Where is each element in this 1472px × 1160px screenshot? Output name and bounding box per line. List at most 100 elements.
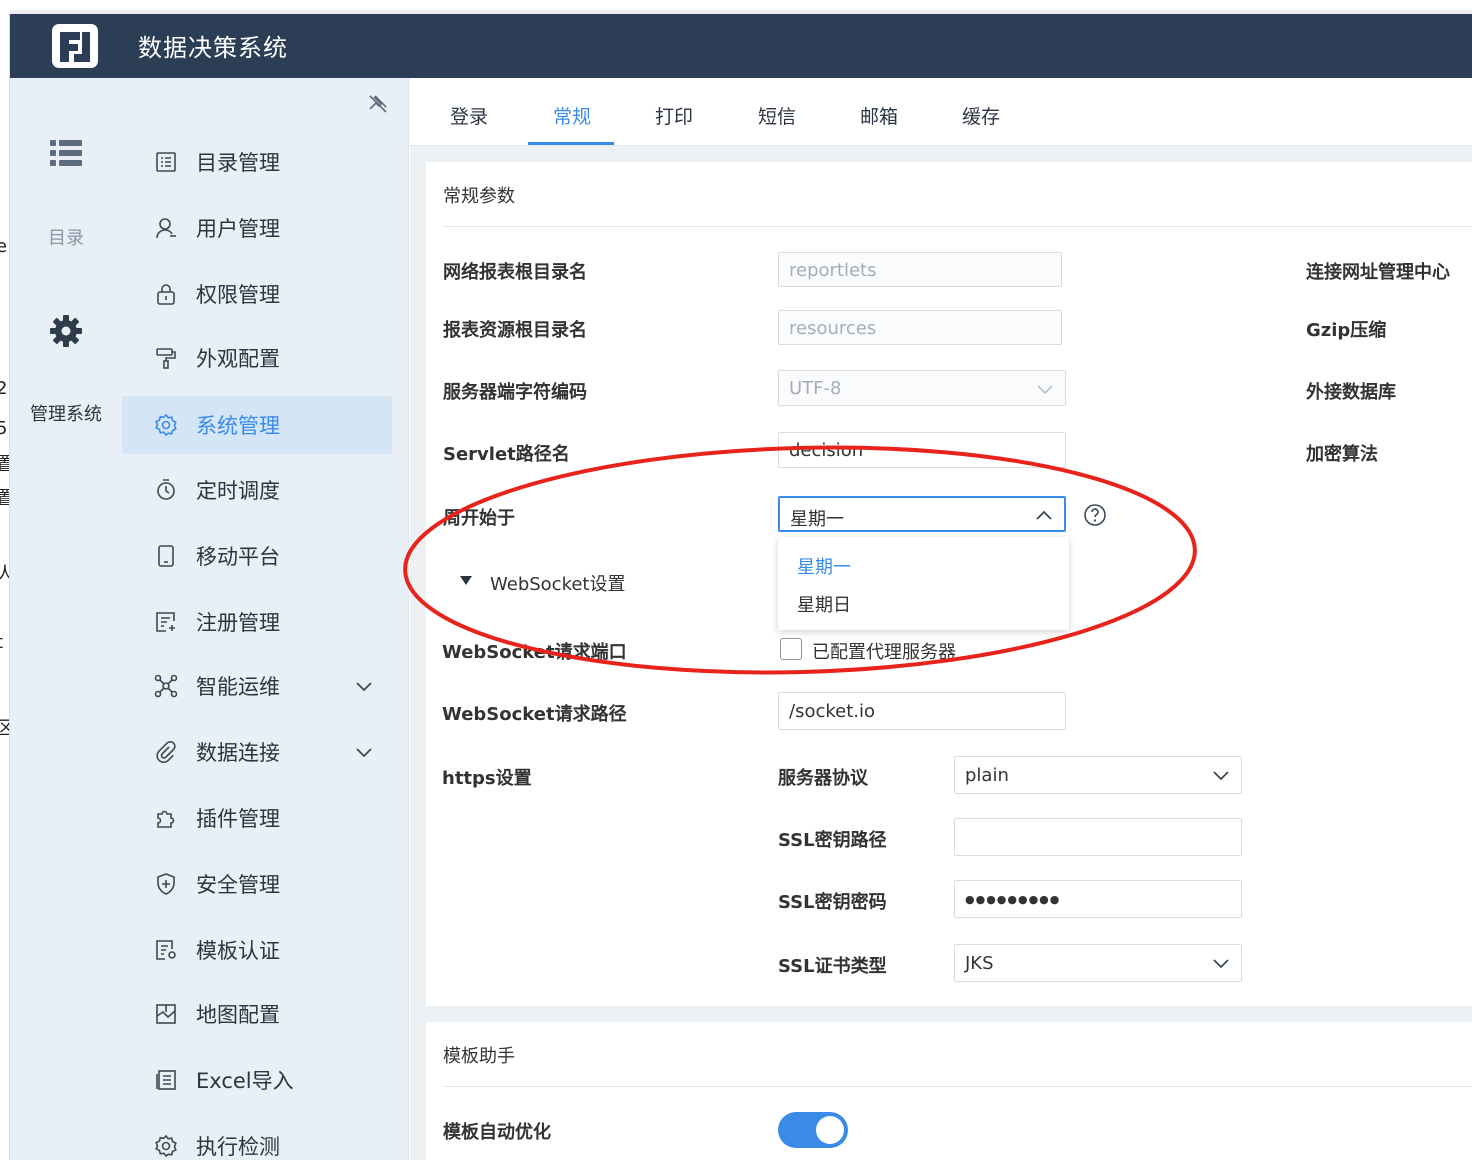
toggle-knob xyxy=(816,1116,844,1144)
ssl-password-input[interactable]: ●●●●●●●●● xyxy=(954,880,1242,918)
protocol-select[interactable]: plain xyxy=(954,756,1242,794)
menu-label: 数据连接 xyxy=(196,741,280,765)
ops-icon xyxy=(154,674,178,698)
divider xyxy=(442,226,1472,227)
active-tab-indicator xyxy=(528,142,614,145)
menu-label: 用户管理 xyxy=(196,217,280,241)
ws-path-input[interactable]: /socket.io xyxy=(778,692,1066,730)
app-title: 数据决策系统 xyxy=(138,34,288,62)
gear-icon xyxy=(50,315,82,347)
caret-down-icon[interactable] xyxy=(459,575,473,587)
background-window-edge: e 2 5 置 置 人 t 区 xyxy=(0,14,10,1160)
lock-icon xyxy=(157,284,175,305)
res-root-input[interactable]: resources xyxy=(778,310,1062,345)
option-monday[interactable]: 星期一 xyxy=(797,553,851,579)
menu-label: Excel导入 xyxy=(196,1069,294,1093)
shield-icon xyxy=(157,873,175,895)
servlet-input[interactable]: decision xyxy=(778,432,1066,468)
settings-icon xyxy=(155,413,177,437)
websocket-settings-toggle[interactable]: WebSocket设置 xyxy=(490,570,626,596)
option-sunday[interactable]: 星期日 xyxy=(797,591,851,617)
menu-item-excel-import[interactable]: Excel导入 xyxy=(122,1051,392,1109)
list-icon xyxy=(50,140,82,166)
menu-item-permissions[interactable]: 权限管理 xyxy=(122,265,392,323)
right-label-gzip: Gzip压缩 xyxy=(1306,320,1387,341)
window-top-strip xyxy=(0,0,1472,14)
menu-label: 插件管理 xyxy=(196,807,280,831)
tab-login[interactable]: 登录 xyxy=(450,102,488,129)
menu-item-register[interactable]: 注册管理 xyxy=(122,593,392,651)
chevron-down-icon[interactable] xyxy=(354,676,374,696)
chevron-down-icon xyxy=(1213,771,1229,781)
chevron-up-icon xyxy=(1036,510,1052,520)
week-start-dropdown: 星期一 星期日 xyxy=(778,537,1069,630)
chevron-down-icon xyxy=(1037,385,1053,395)
template-cert-icon xyxy=(156,940,176,960)
link-icon xyxy=(156,740,176,763)
menu-label: 地图配置 xyxy=(196,1003,280,1027)
charset-label: 服务器端字符编码 xyxy=(443,382,587,403)
menu-item-security[interactable]: 安全管理 xyxy=(122,855,392,913)
chevron-down-icon xyxy=(1213,959,1229,969)
edge-char: 置 xyxy=(0,450,9,476)
chevron-down-icon[interactable] xyxy=(354,742,374,762)
register-icon xyxy=(156,612,175,632)
catalog-icon xyxy=(156,152,176,172)
proxy-label: 已配置代理服务器 xyxy=(812,642,956,663)
menu-item-scheduler[interactable]: 定时调度 xyxy=(122,461,392,519)
template-helper-card xyxy=(426,1022,1472,1160)
menu-item-catalog[interactable]: 目录管理 xyxy=(122,133,392,191)
ws-path-label: WebSocket请求路径 xyxy=(442,704,627,725)
app-header: 数据决策系统 xyxy=(10,14,1472,78)
menu-item-users[interactable]: 用户管理 xyxy=(122,199,392,257)
edge-char: 5 xyxy=(0,418,7,439)
web-root-input[interactable]: reportlets xyxy=(778,252,1062,287)
divider xyxy=(442,1086,1472,1087)
auto-optimize-toggle[interactable] xyxy=(778,1112,848,1148)
tab-cache[interactable]: 缓存 xyxy=(962,102,1000,129)
menu-label: 注册管理 xyxy=(196,611,280,635)
tab-print[interactable]: 打印 xyxy=(655,102,693,129)
tab-email[interactable]: 邮箱 xyxy=(860,102,898,129)
menu-label: 定时调度 xyxy=(196,479,280,503)
menu-item-system[interactable]: 系统管理 xyxy=(122,396,392,454)
admin-menu: 目录管理 用户管理 权限管理 外观配置 系统管理 定时调度 移动平台 注册管理 … xyxy=(122,78,409,1160)
ws-port-label: WebSocket请求端口 xyxy=(442,642,627,663)
week-start-select[interactable]: 星期一 xyxy=(778,496,1066,532)
fanruan-logo-icon[interactable] xyxy=(52,24,98,68)
menu-item-template-cert[interactable]: 模板认证 xyxy=(122,921,392,979)
charset-value: UTF-8 xyxy=(789,378,842,399)
settings-tabs: 登录 常规 打印 短信 邮箱 缓存 xyxy=(410,78,1472,146)
ssl-type-select[interactable]: JKS xyxy=(954,944,1242,982)
help-icon[interactable] xyxy=(1083,503,1107,527)
menu-item-mobile[interactable]: 移动平台 xyxy=(122,527,392,585)
res-root-label: 报表资源根目录名 xyxy=(443,320,587,341)
rail-label-catalog[interactable]: 目录 xyxy=(10,224,122,250)
menu-item-ops[interactable]: 智能运维 xyxy=(122,657,392,715)
menu-item-exec-check[interactable]: 执行检测 xyxy=(122,1117,392,1160)
ssl-path-input[interactable] xyxy=(954,818,1242,856)
tab-sms[interactable]: 短信 xyxy=(758,102,796,129)
menu-item-plugins[interactable]: 插件管理 xyxy=(122,789,392,847)
menu-item-appearance[interactable]: 外观配置 xyxy=(122,329,392,387)
https-label: https设置 xyxy=(442,768,532,789)
icon-rail: 目录 管理系统 xyxy=(10,78,122,1160)
right-label-encryption: 加密算法 xyxy=(1306,444,1378,465)
charset-select[interactable]: UTF-8 xyxy=(778,370,1066,406)
pin-icon[interactable] xyxy=(366,92,390,116)
protocol-value: plain xyxy=(965,765,1009,786)
auto-optimize-label: 模板自动优化 xyxy=(443,1122,551,1143)
rail-item-catalog[interactable] xyxy=(10,138,122,172)
menu-item-data-connection[interactable]: 数据连接 xyxy=(122,723,392,781)
menu-label: 执行检测 xyxy=(196,1135,280,1159)
rail-item-admin[interactable] xyxy=(10,314,122,352)
week-start-value: 星期一 xyxy=(790,509,844,530)
ssl-type-value: JKS xyxy=(965,953,994,974)
rail-label-admin[interactable]: 管理系统 xyxy=(10,400,122,426)
menu-item-map[interactable]: 地图配置 xyxy=(122,985,392,1043)
edge-char: 人 xyxy=(0,560,9,586)
proxy-checkbox[interactable] xyxy=(780,638,802,660)
menu-label: 移动平台 xyxy=(196,545,280,569)
web-root-label: 网络报表根目录名 xyxy=(443,262,587,283)
tab-general[interactable]: 常规 xyxy=(553,102,591,129)
